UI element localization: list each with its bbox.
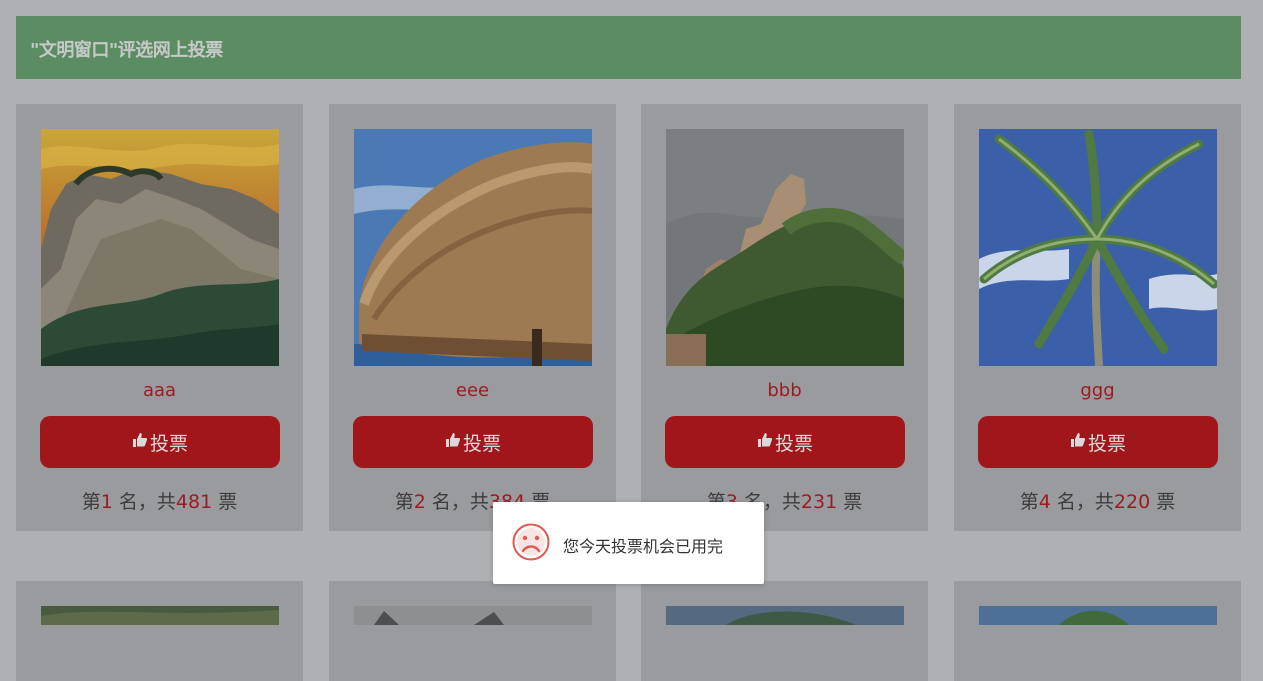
candidate-card: eee 投票 第2 名，共384 票 bbox=[329, 104, 616, 531]
vote-button-label: 投票 bbox=[774, 432, 813, 455]
thumbs-up-icon bbox=[445, 431, 461, 453]
candidate-name: aaa bbox=[142, 380, 177, 401]
candidate-photo[interactable] bbox=[354, 606, 592, 625]
thumbs-up-icon bbox=[1070, 431, 1086, 453]
sad-face-icon bbox=[512, 523, 550, 565]
page-header: "文明窗口"评选网上投票 bbox=[16, 16, 1241, 79]
rank-summary: 第4 名，共220 票 bbox=[1019, 491, 1176, 513]
rank-number: 2 bbox=[413, 491, 426, 513]
vote-button[interactable]: 投票 bbox=[665, 416, 905, 468]
candidate-card bbox=[16, 581, 303, 681]
vote-button[interactable]: 投票 bbox=[40, 416, 280, 468]
vote-count: 220 bbox=[1113, 491, 1151, 513]
candidate-photo[interactable] bbox=[666, 606, 904, 625]
candidate-photo[interactable] bbox=[979, 129, 1217, 366]
candidate-photo[interactable] bbox=[41, 129, 279, 366]
candidate-name: bbb bbox=[767, 380, 802, 401]
toast-text: 您今天投票机会已用完 bbox=[563, 537, 724, 556]
candidate-card bbox=[329, 581, 616, 681]
vote-button-label: 投票 bbox=[462, 432, 501, 455]
vote-button-label: 投票 bbox=[149, 432, 188, 455]
rank-number: 1 bbox=[100, 491, 113, 513]
candidate-card: aaa 投票 第1 名，共481 票 bbox=[16, 104, 303, 531]
candidate-card: ggg 投票 第4 名，共220 票 bbox=[954, 104, 1241, 531]
vote-count: 481 bbox=[175, 491, 213, 513]
candidate-name: ggg bbox=[1080, 380, 1115, 401]
candidate-card: bbb 投票 第3 名，共231 票 bbox=[641, 104, 928, 531]
candidate-name: eee bbox=[455, 380, 490, 401]
candidate-photo[interactable] bbox=[354, 129, 592, 366]
thumbs-up-icon bbox=[132, 431, 148, 453]
vote-button[interactable]: 投票 bbox=[353, 416, 593, 468]
candidate-photo[interactable] bbox=[666, 129, 904, 366]
vote-button-label: 投票 bbox=[1087, 432, 1126, 455]
toast-message: 您今天投票机会已用完 bbox=[493, 502, 764, 584]
candidate-card bbox=[954, 581, 1241, 681]
candidate-photo[interactable] bbox=[41, 606, 279, 625]
candidate-photo[interactable] bbox=[979, 606, 1217, 625]
vote-button[interactable]: 投票 bbox=[978, 416, 1218, 468]
candidate-card bbox=[641, 581, 928, 681]
rank-number: 4 bbox=[1038, 491, 1051, 513]
rank-summary: 第1 名，共481 票 bbox=[81, 491, 238, 513]
vote-count: 231 bbox=[800, 491, 838, 513]
thumbs-up-icon bbox=[757, 431, 773, 453]
page-title: "文明窗口"评选网上投票 bbox=[30, 40, 223, 61]
